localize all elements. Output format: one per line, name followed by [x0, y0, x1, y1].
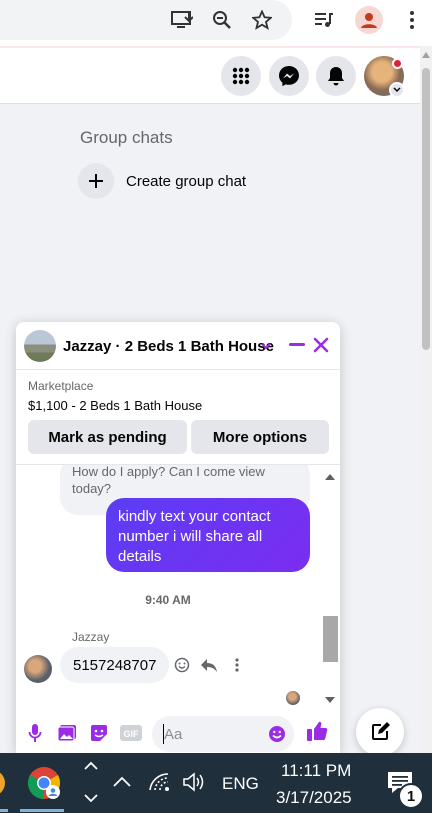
page-scrollbar[interactable] — [420, 48, 432, 753]
scroll-up-arrow-icon[interactable] — [422, 52, 430, 58]
notification-dot — [392, 58, 403, 69]
mark-as-pending-button[interactable]: Mark as pending — [28, 420, 187, 454]
browser-toolbar — [0, 0, 432, 46]
more-options-button[interactable]: More options — [191, 420, 329, 454]
scroll-up-arrow-icon[interactable] — [84, 759, 98, 777]
message-scrollbar[interactable] — [320, 465, 340, 711]
sender-avatar[interactable] — [24, 655, 52, 683]
group-chats-heading: Group chats — [80, 128, 173, 147]
sender-name: Jazzay — [72, 630, 110, 644]
minimize-icon[interactable] — [286, 334, 308, 356]
outgoing-message-bubble[interactable]: kindly text your contact number i will s… — [106, 498, 310, 572]
message-input-placeholder: Aa — [164, 726, 183, 743]
close-icon[interactable] — [310, 334, 332, 356]
wifi-icon[interactable] — [148, 772, 172, 797]
listing-price-title[interactable]: $1,100 - 2 Beds 1 Bath House — [28, 398, 202, 413]
chat-window: Jazzay · 2 Beds 1 Bath House Marketplace… — [16, 322, 340, 753]
active-app-indicator — [20, 809, 64, 812]
messenger-icon[interactable] — [269, 56, 309, 96]
scrollbar-thumb[interactable] — [422, 68, 430, 350]
zoom-icon[interactable] — [208, 6, 236, 34]
sticker-icon[interactable] — [88, 722, 110, 744]
media-control-icon[interactable] — [310, 6, 338, 34]
scroll-down-arrow-icon[interactable] — [325, 697, 335, 703]
chrome-icon[interactable] — [26, 765, 62, 806]
new-message-button[interactable] — [356, 708, 404, 756]
chevron-down-icon[interactable] — [389, 82, 405, 98]
like-thumbs-up-icon[interactable] — [306, 720, 328, 742]
clock-date[interactable]: 3/17/2025 — [276, 788, 352, 808]
incoming-message-bubble[interactable]: 5157248707 — [60, 647, 170, 683]
reply-icon[interactable] — [198, 654, 220, 676]
notifications-bell-icon[interactable] — [316, 56, 356, 96]
show-hidden-icons-chevron-up-icon[interactable] — [113, 775, 131, 793]
menu-dots-icon[interactable] — [398, 6, 426, 34]
react-emoji-icon[interactable] — [171, 654, 193, 676]
chevron-down-icon[interactable] — [260, 338, 272, 356]
more-actions-icon[interactable] — [226, 654, 248, 676]
create-group-chat-button[interactable]: Create group chat — [78, 163, 246, 199]
fb-header — [0, 48, 420, 104]
scrollbar-thumb[interactable] — [323, 616, 338, 662]
svg-text:GIF: GIF — [124, 729, 140, 739]
gif-icon[interactable]: GIF — [120, 722, 142, 744]
menu-grid-icon[interactable] — [221, 56, 261, 96]
plus-icon — [78, 163, 114, 199]
chat-header[interactable]: Jazzay · 2 Beds 1 Bath House — [16, 322, 340, 370]
emoji-icon[interactable] — [266, 723, 288, 745]
message-input[interactable]: Aa — [152, 716, 294, 752]
listing-thumbnail[interactable] — [24, 330, 56, 362]
scroll-up-arrow-icon[interactable] — [325, 474, 335, 480]
taskbar-app-icon[interactable] — [0, 766, 10, 805]
active-app-indicator — [0, 809, 8, 812]
clock-time[interactable]: 11:11 PM — [281, 761, 351, 781]
message-list[interactable]: How do I apply? Can I come view today? k… — [16, 465, 340, 711]
bookmark-star-icon[interactable] — [248, 6, 276, 34]
profile-icon[interactable] — [355, 6, 383, 34]
seen-avatar — [286, 691, 300, 705]
microphone-icon[interactable] — [24, 722, 46, 744]
volume-icon[interactable] — [182, 772, 206, 797]
language-indicator[interactable]: ENG — [222, 774, 259, 794]
windows-taskbar — [0, 753, 432, 813]
message-composer: GIF Aa — [16, 711, 340, 753]
scroll-down-arrow-icon[interactable] — [84, 791, 98, 809]
install-app-icon[interactable] — [168, 6, 196, 34]
marketplace-label: Marketplace — [28, 379, 94, 393]
create-group-chat-label: Create group chat — [126, 172, 247, 190]
message-timestamp: 9:40 AM — [145, 593, 191, 607]
photo-icon[interactable] — [56, 722, 78, 744]
chat-title[interactable]: Jazzay · 2 Beds 1 Bath House — [63, 338, 274, 355]
notification-count-badge: 1 — [398, 783, 424, 809]
